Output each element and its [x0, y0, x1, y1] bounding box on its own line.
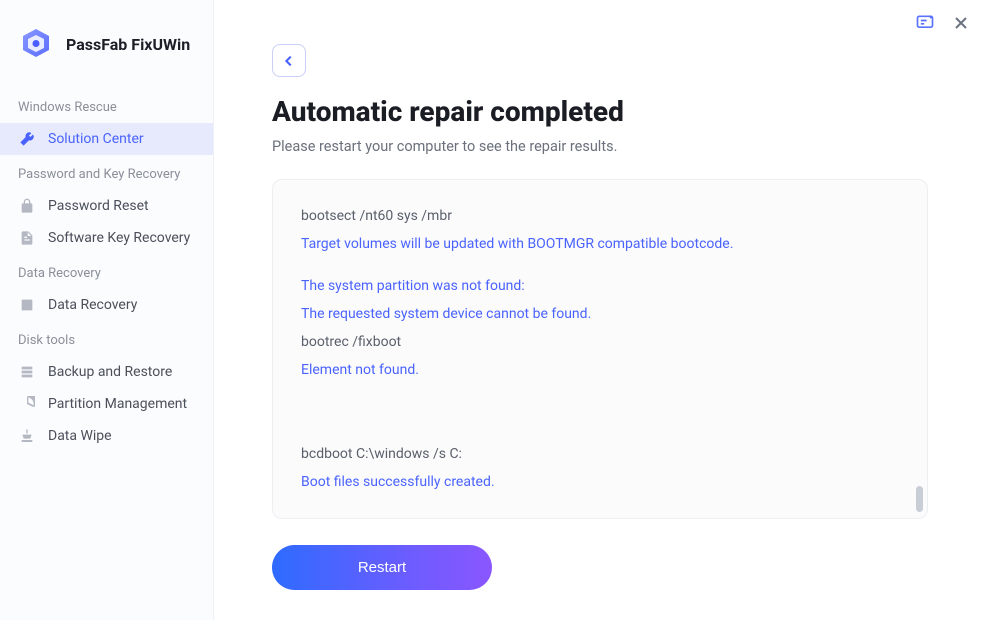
sidebar-item-label: Data Recovery: [48, 297, 137, 313]
chart-icon: [18, 296, 36, 314]
restart-button[interactable]: Restart: [272, 545, 492, 590]
close-icon[interactable]: [950, 12, 972, 34]
sidebar-section-header: Password and Key Recovery: [0, 155, 213, 190]
main-content: Automatic repair completed Please restar…: [214, 0, 986, 620]
feedback-icon[interactable]: [914, 12, 936, 34]
sidebar-item-label: Data Wipe: [48, 428, 112, 444]
sidebar-item-password-reset[interactable]: Password Reset: [0, 190, 213, 222]
sidebar-item-data-recovery[interactable]: Data Recovery: [0, 289, 213, 321]
sidebar-sections: Windows Rescue Solution Center Password an…: [0, 88, 213, 452]
sidebar-item-software-key-recovery[interactable]: Software Key Recovery: [0, 222, 213, 254]
log-line: bootrec /fixboot: [301, 328, 899, 356]
sidebar-item-data-wipe[interactable]: Data Wipe: [0, 420, 213, 452]
app-logo-icon: [18, 26, 54, 62]
sidebar-item-label: Partition Management: [48, 396, 187, 412]
log-line: The requested system device cannot be fo…: [301, 300, 899, 328]
backup-icon: [18, 363, 36, 381]
log-line: [301, 384, 899, 440]
log-line: [301, 258, 899, 272]
log-line: Boot files successfully created.: [301, 468, 899, 496]
sidebar-section-header: Data Recovery: [0, 254, 213, 289]
log-line: The system partition was not found:: [301, 272, 899, 300]
repair-log: bootsect /nt60 sys /mbrTarget volumes wi…: [272, 179, 928, 519]
page-title: Automatic repair completed: [272, 95, 928, 128]
sidebar-section-header: Disk tools: [0, 321, 213, 356]
brand: PassFab FixUWin: [0, 26, 213, 88]
window-controls: [914, 12, 972, 34]
key-file-icon: [18, 229, 36, 247]
chevron-left-icon: [282, 54, 296, 68]
sidebar-item-solution-center[interactable]: Solution Center: [0, 123, 213, 155]
log-line: Element not found.: [301, 356, 899, 384]
sidebar-item-label: Solution Center: [48, 131, 144, 147]
sidebar-section-header: Windows Rescue: [0, 88, 213, 123]
log-line: Target volumes will be updated with BOOT…: [301, 230, 899, 258]
sidebar-item-label: Backup and Restore: [48, 364, 172, 380]
sidebar-item-label: Password Reset: [48, 198, 149, 214]
back-button[interactable]: [272, 44, 306, 77]
app-title: PassFab FixUWin: [66, 35, 190, 54]
sidebar: PassFab FixUWin Windows Rescue Solution C…: [0, 0, 214, 620]
log-line: bootsect /nt60 sys /mbr: [301, 202, 899, 230]
page-subtitle: Please restart your computer to see the …: [272, 138, 928, 155]
log-line: bcdboot C:\windows /s C:: [301, 440, 899, 468]
pie-icon: [18, 395, 36, 413]
restart-button-label: Restart: [358, 559, 406, 576]
sidebar-item-backup-and-restore[interactable]: Backup and Restore: [0, 356, 213, 388]
wrench-icon: [18, 130, 36, 148]
scrollbar-thumb[interactable]: [916, 486, 923, 512]
broom-icon: [18, 427, 36, 445]
sidebar-item-label: Software Key Recovery: [48, 230, 190, 246]
sidebar-item-partition-management[interactable]: Partition Management: [0, 388, 213, 420]
lock-icon: [18, 197, 36, 215]
